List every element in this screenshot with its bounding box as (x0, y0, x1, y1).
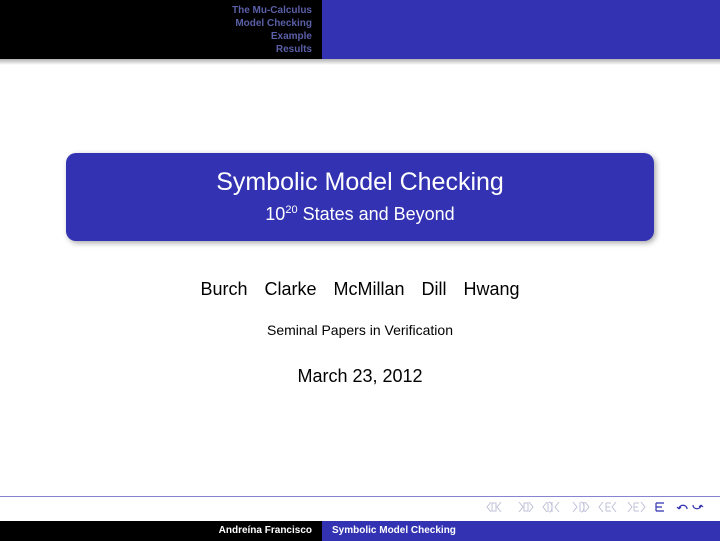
nav-prev-slide-icon[interactable] (486, 501, 506, 513)
nav-prev-frame-icon[interactable] (598, 501, 618, 513)
presentation-subtitle: 1020 States and Beyond (86, 204, 634, 225)
authors: Burch Clarke McMillan Dill Hwang (200, 279, 519, 300)
nav-outline-icon[interactable] (654, 501, 668, 513)
header-right-panel (322, 0, 720, 59)
nav-next-frame-icon[interactable] (626, 501, 646, 513)
header-section-item[interactable]: Results (276, 43, 312, 56)
footer-title: Symbolic Model Checking (322, 521, 720, 541)
subtitle-exponent: 20 (285, 204, 297, 216)
institute: Seminal Papers in Verification (267, 322, 453, 338)
nav-next-slide-icon[interactable] (514, 501, 534, 513)
subtitle-prefix: 10 (265, 204, 285, 224)
nav-next-section-icon[interactable] (570, 501, 590, 513)
slide-body: Symbolic Model Checking 1020 States and … (0, 65, 720, 493)
nav-prev-section-icon[interactable] (542, 501, 562, 513)
nav-back-forward-icon[interactable] (676, 501, 704, 513)
header-sections: The Mu-Calculus Model Checking Example R… (0, 0, 322, 59)
header-section-item[interactable]: Model Checking (235, 17, 312, 30)
footer-bar: Andreína Francisco Symbolic Model Checki… (0, 521, 720, 541)
header-bar: The Mu-Calculus Model Checking Example R… (0, 0, 720, 59)
header-section-item[interactable]: Example (271, 30, 312, 43)
subtitle-suffix: States and Beyond (298, 204, 455, 224)
nav-controls (0, 493, 720, 521)
date: March 23, 2012 (297, 366, 422, 387)
presentation-title: Symbolic Model Checking (86, 167, 634, 198)
title-block: Symbolic Model Checking 1020 States and … (66, 153, 654, 241)
header-section-item[interactable]: The Mu-Calculus (232, 4, 312, 17)
footer-author: Andreína Francisco (0, 521, 322, 541)
